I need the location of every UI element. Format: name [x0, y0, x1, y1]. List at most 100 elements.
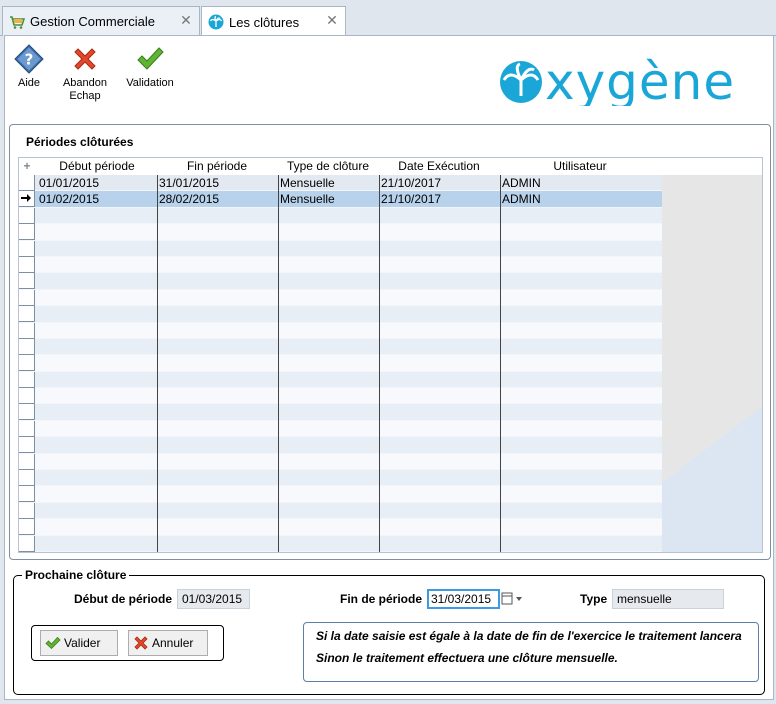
- column-header-utilisateur[interactable]: Utilisateur: [500, 159, 660, 175]
- empty-row[interactable]: [19, 453, 662, 471]
- checkmark-icon: [137, 47, 164, 70]
- empty-row[interactable]: [19, 207, 662, 225]
- empty-row[interactable]: [19, 535, 662, 552]
- svg-text:?: ?: [25, 51, 34, 69]
- cell-date-exec[interactable]: 21/10/2017: [379, 175, 499, 191]
- close-icon[interactable]: ✕: [325, 13, 339, 27]
- empty-row[interactable]: [19, 306, 662, 323]
- info-line: Si la date saisie est égale à la date de…: [316, 629, 742, 643]
- main-panel: ? Aide Abandon Echap Validation xygène P…: [4, 35, 774, 700]
- row-indicator[interactable]: [19, 207, 35, 224]
- svg-text:xygène: xygène: [545, 54, 735, 106]
- cell-debut[interactable]: 01/01/2015: [37, 175, 157, 191]
- row-indicator[interactable]: [19, 191, 35, 208]
- help-button[interactable]: ? Aide: [11, 44, 47, 90]
- cell-debut[interactable]: 01/02/2015: [37, 191, 157, 207]
- cancel-escape-button[interactable]: Abandon Echap: [59, 44, 111, 103]
- row-indicator[interactable]: [19, 273, 35, 290]
- column-header-fin[interactable]: Fin période: [157, 159, 277, 175]
- add-row-icon[interactable]: +: [19, 159, 35, 175]
- tab-label: Gestion Commerciale: [30, 14, 155, 29]
- row-indicator[interactable]: [19, 371, 35, 388]
- table-row[interactable]: 01/01/2015 31/01/2015 Mensuelle 21/10/2017 A…: [19, 175, 662, 192]
- grid-header: + Début période Fin période Type de clôt…: [19, 158, 762, 175]
- annuler-label: Annuler: [152, 636, 194, 650]
- column-header-type[interactable]: Type de clôture: [278, 159, 378, 175]
- row-indicator[interactable]: [19, 322, 35, 339]
- valider-label: Valider: [64, 636, 101, 650]
- validation-button[interactable]: Validation: [123, 44, 177, 90]
- cell-date-exec[interactable]: 21/10/2017: [379, 191, 499, 207]
- column-divider: [379, 175, 380, 552]
- row-indicator[interactable]: [19, 338, 35, 355]
- empty-row[interactable]: [19, 519, 662, 536]
- cell-fin[interactable]: 31/01/2015: [157, 175, 277, 191]
- type-label: Type: [580, 592, 608, 606]
- empty-row[interactable]: [19, 486, 662, 503]
- empty-row[interactable]: [19, 355, 662, 372]
- current-row-arrow-icon: [21, 194, 31, 203]
- row-indicator[interactable]: [19, 420, 35, 437]
- empty-row[interactable]: [19, 289, 662, 307]
- annuler-button[interactable]: Annuler: [128, 630, 208, 656]
- tab-les-clotures[interactable]: Les clôtures ✕: [201, 6, 346, 37]
- empty-row[interactable]: [19, 338, 662, 356]
- empty-row[interactable]: [19, 470, 662, 487]
- validation-label: Validation: [126, 77, 174, 89]
- cancel-label: Abandon: [62, 77, 108, 89]
- column-divider: [157, 175, 158, 552]
- checkmark-icon: [45, 636, 61, 650]
- calendar-dropdown-icon[interactable]: [501, 592, 523, 606]
- table-row[interactable]: 01/02/2015 28/02/2015 Mensuelle 21/10/2017 A…: [19, 191, 662, 208]
- empty-row[interactable]: [19, 388, 662, 405]
- empty-row[interactable]: [19, 502, 662, 520]
- empty-row[interactable]: [19, 273, 662, 290]
- column-header-date-execution[interactable]: Date Exécution: [379, 159, 499, 175]
- empty-row[interactable]: [19, 256, 662, 274]
- empty-row[interactable]: [19, 224, 662, 241]
- empty-row[interactable]: [19, 240, 662, 257]
- row-indicator[interactable]: [19, 502, 35, 519]
- empty-row[interactable]: [19, 322, 662, 339]
- action-buttons-group: Valider Annuler: [31, 625, 224, 661]
- row-indicator[interactable]: [19, 453, 35, 470]
- end-period-input[interactable]: 31/03/2015: [427, 589, 500, 609]
- tab-bar: Gestion Commerciale ✕ Les clôtures ✕: [0, 0, 776, 37]
- row-indicator[interactable]: [19, 306, 35, 323]
- end-period-label: Fin de période: [340, 592, 423, 606]
- column-header-debut[interactable]: Début période: [37, 159, 157, 175]
- row-indicator[interactable]: [19, 240, 35, 257]
- help-icon: ?: [14, 44, 44, 74]
- cell-user[interactable]: ADMIN: [500, 191, 660, 207]
- valider-button[interactable]: Valider: [40, 630, 118, 656]
- cell-fin[interactable]: 28/02/2015: [157, 191, 277, 207]
- empty-row[interactable]: [19, 437, 662, 454]
- cell-type[interactable]: Mensuelle: [278, 191, 378, 207]
- empty-row[interactable]: [19, 420, 662, 438]
- grid-body: 01/01/2015 31/01/2015 Mensuelle 21/10/2017 A…: [19, 175, 662, 552]
- empty-row[interactable]: [19, 404, 662, 421]
- empty-row[interactable]: [19, 371, 662, 389]
- row-indicator[interactable]: [19, 355, 35, 372]
- info-message-box: Si la date saisie est égale à la date de…: [303, 622, 759, 682]
- row-indicator[interactable]: [19, 289, 35, 306]
- row-indicator[interactable]: [19, 224, 35, 241]
- row-indicator[interactable]: [19, 404, 35, 421]
- cross-icon: [134, 636, 148, 650]
- row-indicator[interactable]: [19, 486, 35, 503]
- cell-type[interactable]: Mensuelle: [278, 175, 378, 191]
- close-icon[interactable]: ✕: [179, 13, 193, 27]
- row-indicator[interactable]: [19, 535, 35, 552]
- cross-icon: [74, 48, 96, 70]
- row-indicator[interactable]: [19, 256, 35, 273]
- row-indicator[interactable]: [19, 437, 35, 454]
- tab-gestion-commerciale[interactable]: Gestion Commerciale ✕: [2, 6, 200, 36]
- row-indicator[interactable]: [19, 388, 35, 405]
- type-field: mensuelle: [612, 589, 724, 609]
- cell-user[interactable]: ADMIN: [500, 175, 660, 191]
- row-indicator[interactable]: [19, 470, 35, 487]
- closed-periods-grid[interactable]: + Début période Fin période Type de clôt…: [18, 157, 763, 553]
- row-indicator[interactable]: [19, 519, 35, 536]
- row-indicator[interactable]: [19, 175, 35, 191]
- column-divider: [278, 175, 279, 552]
